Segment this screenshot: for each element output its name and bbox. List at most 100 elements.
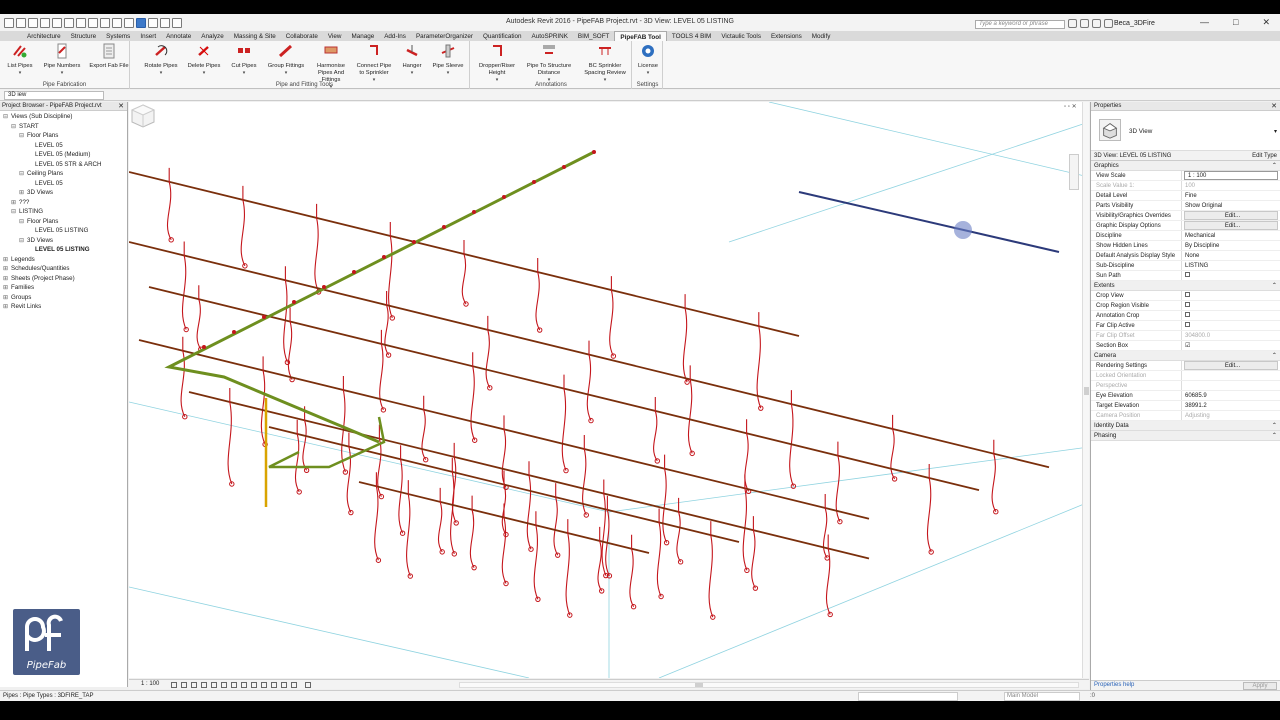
navigation-bar[interactable]	[1069, 154, 1079, 190]
section-box-edge[interactable]	[129, 401, 610, 513]
selected-pipe[interactable]	[798, 191, 1060, 253]
print-icon[interactable]	[76, 17, 86, 28]
section-box-edge[interactable]	[768, 102, 1089, 178]
selection-filter-count[interactable]: :0	[1090, 693, 1095, 699]
minimize-button[interactable]: —	[1200, 17, 1209, 28]
tab-tools-4-bim[interactable]: TOOLS 4 BIM	[667, 31, 716, 41]
show-crop-icon[interactable]	[231, 682, 237, 688]
checkbox-icon[interactable]	[1185, 292, 1190, 298]
tree-toggle-icon[interactable]: ⊞	[3, 264, 11, 274]
collapse-icon[interactable]: ⌃	[1272, 351, 1277, 361]
property-checkbox[interactable]	[1182, 321, 1280, 330]
fitting[interactable]	[442, 225, 446, 229]
sprinkler-dropper[interactable]	[469, 495, 475, 568]
tree-toggle-icon[interactable]: ⊞	[3, 255, 11, 265]
fitting[interactable]	[472, 210, 476, 214]
sprinkler-dropper[interactable]	[586, 340, 592, 421]
fitting[interactable]	[322, 285, 326, 289]
temporary-hide-icon[interactable]	[251, 682, 257, 688]
open-icon[interactable]	[16, 17, 26, 28]
tab-add-ins[interactable]: Add-Ins	[379, 31, 411, 41]
sync-icon[interactable]	[40, 17, 50, 28]
workset-selector[interactable]	[858, 692, 958, 701]
detail-level-icon[interactable]	[171, 682, 177, 688]
property-edit-button[interactable]: Edit...	[1184, 211, 1278, 220]
favorites-icon[interactable]	[1092, 19, 1101, 28]
sprinkler-dropper[interactable]	[485, 315, 491, 389]
property-value[interactable]: 1 : 100	[1184, 171, 1278, 180]
measure-icon[interactable]	[88, 17, 98, 28]
delete-pipes-button[interactable]: Delete Pipes ▾	[184, 43, 224, 77]
sprinkler-dropper[interactable]	[676, 497, 682, 563]
tree-toggle-icon[interactable]: ⊟	[11, 122, 19, 132]
tree-item[interactable]: ⊟ Ceiling Plans	[0, 169, 127, 179]
visual-style-icon[interactable]	[181, 682, 187, 688]
tab-manage[interactable]: Manage	[346, 31, 379, 41]
tree-item[interactable]: LEVEL 05	[0, 179, 127, 189]
tree-item[interactable]: ⊞ Schedules/Quantities	[0, 264, 127, 274]
property-value[interactable]: LISTING	[1182, 261, 1280, 270]
maximize-button[interactable]: □	[1233, 17, 1238, 28]
tree-toggle-icon[interactable]: ⊞	[11, 198, 19, 208]
sprinkler-dropper[interactable]	[826, 534, 831, 615]
binoculars-icon[interactable]	[1068, 19, 1077, 28]
tab-collaborate[interactable]: Collaborate	[281, 31, 323, 41]
chevron-down-icon[interactable]: ▾	[1274, 128, 1277, 135]
highlight-displacement-icon[interactable]	[281, 682, 287, 688]
instance-selector[interactable]: 3D View: LEVEL 05 LISTING Edit Type	[1091, 151, 1280, 161]
fitting[interactable]	[232, 330, 236, 334]
sprinkler-dropper[interactable]	[379, 329, 384, 411]
checkbox-icon[interactable]	[1185, 312, 1190, 318]
collapse-icon[interactable]: ⌃	[1272, 421, 1277, 431]
scroll-left-icon[interactable]	[305, 682, 311, 688]
properties-help-link[interactable]: Properties help	[1094, 682, 1134, 688]
thin-lines-icon[interactable]	[136, 17, 146, 28]
dimension-icon[interactable]	[100, 17, 110, 28]
tree-item[interactable]: ⊟ Floor Plans	[0, 217, 127, 227]
tab-view[interactable]: View	[323, 31, 347, 41]
tab-modify[interactable]: Modify	[807, 31, 836, 41]
sprinkler-dropper[interactable]	[609, 276, 614, 357]
tree-item[interactable]: LEVEL 05 LISTING	[0, 226, 127, 236]
section-box-edge[interactable]	[129, 586, 530, 678]
tab-analyze[interactable]: Analyze	[196, 31, 228, 41]
property-checkbox[interactable]	[1182, 311, 1280, 320]
property-category[interactable]: Phasing ⌃	[1091, 431, 1280, 441]
property-checkbox[interactable]	[1182, 291, 1280, 300]
tree-item[interactable]: LEVEL 05	[0, 141, 127, 151]
tab-quantification[interactable]: Quantification	[478, 31, 527, 41]
edit-type-button[interactable]: Edit Type	[1252, 151, 1277, 161]
tree-toggle-icon[interactable]: ⊞	[3, 283, 11, 293]
collapse-icon[interactable]: ⌃	[1272, 161, 1277, 171]
property-value[interactable]: None	[1182, 251, 1280, 260]
property-value[interactable]: Fine	[1182, 191, 1280, 200]
tree-item[interactable]: LEVEL 05 STR & ARCH	[0, 160, 127, 170]
fitting[interactable]	[592, 150, 596, 154]
tree-item[interactable]: ⊞ Families	[0, 283, 127, 293]
pipe-to-structure-distance-button[interactable]: Pipe To Structure Distance ▾	[523, 43, 575, 84]
bc-sprinkler-spacing-review-button[interactable]: BC Sprinkler Spacing Review ▾	[579, 43, 631, 84]
crop-view-icon[interactable]	[221, 682, 227, 688]
user-name[interactable]: Beca_3DFire	[1114, 20, 1155, 27]
property-value[interactable]: By Discipline	[1182, 241, 1280, 250]
tree-item[interactable]: ⊞ Legends	[0, 255, 127, 265]
fitting[interactable]	[262, 315, 266, 319]
apply-button[interactable]: Apply	[1243, 682, 1277, 690]
sprinkler-dropper[interactable]	[597, 526, 603, 592]
pipe-sleeve-button[interactable]: Pipe Sleeve ▾	[430, 43, 466, 77]
save-icon[interactable]	[28, 17, 38, 28]
reveal-constraints-icon[interactable]	[291, 682, 297, 688]
checkbox-icon[interactable]	[1185, 322, 1190, 328]
property-category[interactable]: Extents ⌃	[1091, 281, 1280, 291]
fitting[interactable]	[382, 255, 386, 259]
shadows-icon[interactable]	[201, 682, 207, 688]
vertical-scrollbar[interactable]	[1082, 102, 1089, 678]
tab-systems[interactable]: Systems	[101, 31, 135, 41]
redo-icon[interactable]	[64, 17, 74, 28]
checkbox-icon[interactable]	[1185, 272, 1190, 278]
fitting[interactable]	[502, 195, 506, 199]
text-icon[interactable]	[112, 17, 122, 28]
tree-item[interactable]: ⊞???	[0, 198, 127, 208]
close-icon[interactable]: ✕	[1271, 102, 1277, 111]
app-menu-icon[interactable]	[4, 17, 14, 28]
